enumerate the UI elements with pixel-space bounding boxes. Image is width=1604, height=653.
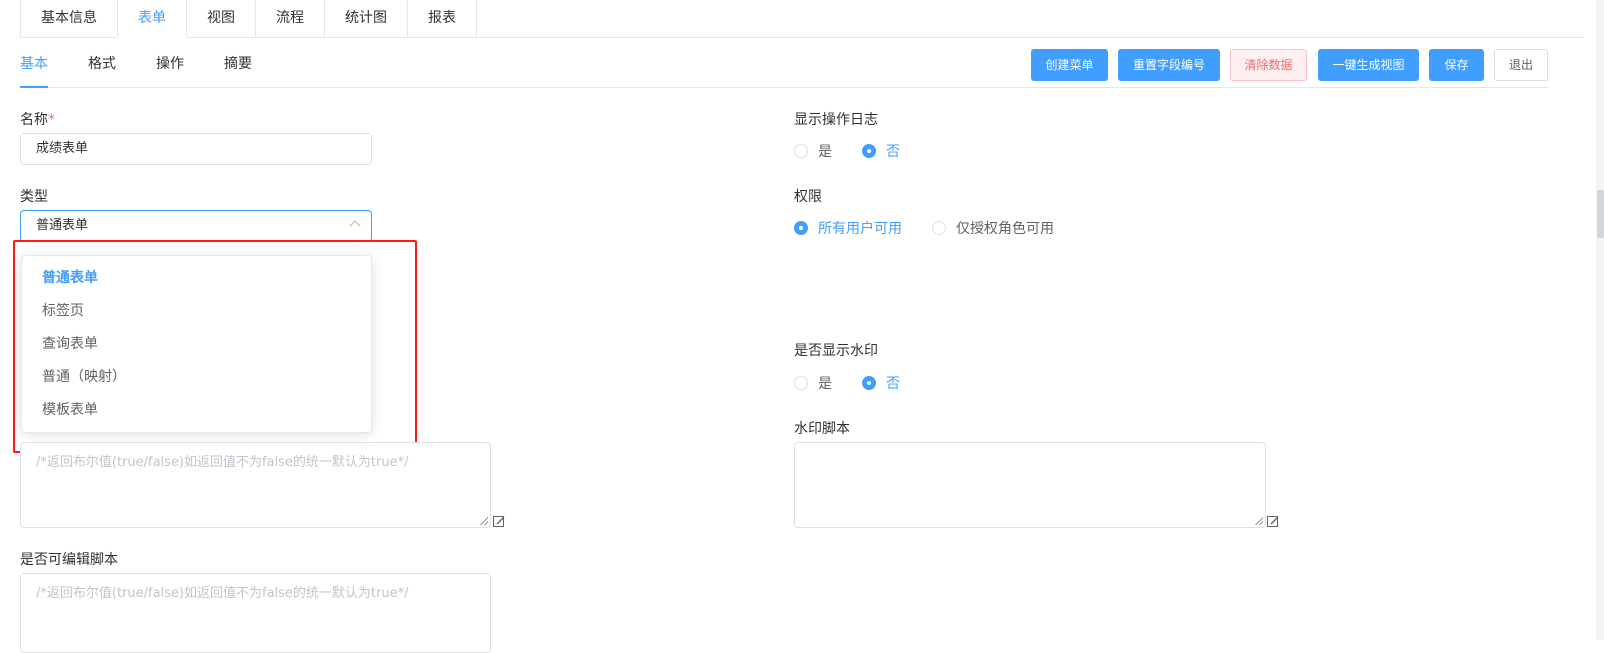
watermark-radio-group: 是 否 bbox=[794, 373, 930, 393]
show-log-no-radio[interactable]: 否 bbox=[862, 141, 900, 161]
permission-radio-group: 所有用户可用 仅授权角色可用 bbox=[794, 218, 1084, 238]
visible-script-textarea[interactable]: /*返回布尔值(true/false)如返回值不为false的统一默认为true… bbox=[20, 442, 491, 528]
chevron-up-icon bbox=[349, 220, 361, 232]
required-mark: * bbox=[48, 112, 55, 128]
top-tabs: 基本信息 表单 视图 流程 统计图 报表 bbox=[20, 0, 477, 38]
name-label: 名称* bbox=[20, 109, 55, 129]
editable-script-label: 是否可编辑脚本 bbox=[20, 552, 118, 568]
tab-chart[interactable]: 统计图 bbox=[325, 0, 408, 38]
radio-circle-icon bbox=[794, 376, 808, 390]
show-log-yes-radio[interactable]: 是 bbox=[794, 141, 832, 161]
name-label-text: 名称 bbox=[20, 112, 48, 128]
radio-checked-icon bbox=[862, 144, 876, 158]
resize-handle-icon[interactable] bbox=[1255, 517, 1263, 525]
subtab-basic[interactable]: 基本 bbox=[20, 52, 48, 88]
radio-checked-icon bbox=[862, 376, 876, 390]
radio-checked-icon bbox=[794, 221, 808, 235]
type-select[interactable]: 普通表单 bbox=[20, 210, 372, 242]
permission-all-users-label: 所有用户可用 bbox=[818, 221, 902, 237]
tab-report[interactable]: 报表 bbox=[408, 0, 477, 38]
subtab-operation[interactable]: 操作 bbox=[156, 52, 184, 88]
sub-tabs: 基本 格式 操作 摘要 bbox=[20, 52, 292, 88]
show-log-no-label: 否 bbox=[886, 144, 900, 160]
exit-button[interactable]: 退出 bbox=[1494, 49, 1548, 81]
permission-authorized-roles-label: 仅授权角色可用 bbox=[956, 221, 1054, 237]
watermark-label: 是否显示水印 bbox=[794, 343, 878, 359]
watermark-yes-radio[interactable]: 是 bbox=[794, 373, 832, 393]
radio-circle-icon bbox=[932, 221, 946, 235]
show-log-yes-label: 是 bbox=[818, 144, 832, 160]
reset-field-number-button[interactable]: 重置字段编号 bbox=[1118, 49, 1220, 81]
script-placeholder: /*返回布尔值(true/false)如返回值不为false的统一默认为true… bbox=[36, 455, 409, 470]
save-button[interactable]: 保存 bbox=[1429, 49, 1484, 81]
show-log-radio-group: 是 否 bbox=[794, 141, 930, 161]
tab-view[interactable]: 视图 bbox=[187, 0, 256, 38]
editable-script-textarea[interactable]: /*返回布尔值(true/false)如返回值不为false的统一默认为true… bbox=[20, 573, 491, 653]
watermark-script-textarea[interactable] bbox=[794, 442, 1266, 528]
scrollbar-track[interactable] bbox=[1596, 0, 1604, 640]
subtab-summary[interactable]: 摘要 bbox=[224, 52, 252, 88]
subtab-format[interactable]: 格式 bbox=[88, 52, 116, 88]
watermark-script-label: 水印脚本 bbox=[794, 421, 850, 437]
editable-script-placeholder: /*返回布尔值(true/false)如返回值不为false的统一默认为true… bbox=[36, 586, 409, 601]
clear-data-button[interactable]: 清除数据 bbox=[1230, 49, 1307, 81]
resize-handle-icon[interactable] bbox=[480, 517, 488, 525]
watermark-yes-label: 是 bbox=[818, 376, 832, 392]
permission-label: 权限 bbox=[794, 189, 822, 205]
type-select-value: 普通表单 bbox=[36, 218, 89, 233]
radio-circle-icon bbox=[794, 144, 808, 158]
show-log-label: 显示操作日志 bbox=[794, 112, 878, 128]
create-menu-button[interactable]: 创建菜单 bbox=[1031, 49, 1108, 81]
tab-process[interactable]: 流程 bbox=[256, 0, 325, 38]
watermark-no-label: 否 bbox=[886, 376, 900, 392]
edit-icon[interactable] bbox=[1267, 515, 1279, 527]
watermark-no-radio[interactable]: 否 bbox=[862, 373, 900, 393]
tab-basic-info[interactable]: 基本信息 bbox=[20, 0, 118, 38]
permission-authorized-roles-radio[interactable]: 仅授权角色可用 bbox=[932, 218, 1054, 238]
highlight-annotation-box bbox=[13, 240, 417, 453]
permission-all-users-radio[interactable]: 所有用户可用 bbox=[794, 218, 902, 238]
edit-icon[interactable] bbox=[493, 515, 505, 527]
generate-view-button[interactable]: 一键生成视图 bbox=[1318, 49, 1419, 81]
tab-form[interactable]: 表单 bbox=[118, 0, 187, 38]
name-input[interactable]: 成绩表单 bbox=[20, 133, 372, 165]
type-label: 类型 bbox=[20, 189, 48, 205]
scrollbar-thumb[interactable] bbox=[1597, 190, 1604, 238]
